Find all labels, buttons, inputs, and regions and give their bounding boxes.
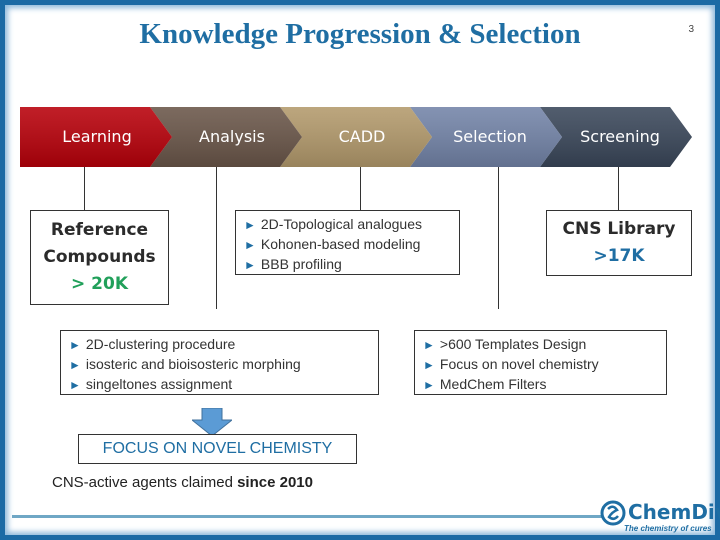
step-analysis-label: Analysis bbox=[199, 127, 265, 146]
page-number: 3 bbox=[688, 24, 694, 35]
bullet-triangle-icon: ► bbox=[423, 338, 435, 352]
connector-cadd bbox=[360, 167, 361, 211]
selection-methods-box: ► >600 Templates Design ► Focus on novel c… bbox=[414, 330, 667, 395]
step-selection-label: Selection bbox=[453, 127, 527, 146]
focus-novel-chemistry-box: FOCUS ON NOVEL CHEMISTY bbox=[78, 434, 357, 464]
step-screening-label: Screening bbox=[580, 127, 660, 146]
cadd-methods-box: ► 2D-Topological analogues ► Kohonen-based… bbox=[235, 210, 460, 275]
down-arrow-icon bbox=[192, 408, 232, 436]
bullet-triangle-icon: ► bbox=[423, 358, 435, 372]
connector-screening bbox=[618, 167, 619, 211]
claim-text: CNS-active agents claimed since 2010 bbox=[52, 474, 313, 491]
bullet-triangle-icon: ► bbox=[244, 238, 256, 252]
claim-date: since 2010 bbox=[237, 474, 313, 491]
chemdiv-logo-icon bbox=[600, 500, 626, 526]
list-item: ► singeltones assignment bbox=[69, 376, 233, 392]
bullet-triangle-icon: ► bbox=[69, 338, 81, 352]
analysis-methods-box: ► 2D-clustering procedure ► isosteric and … bbox=[60, 330, 379, 395]
bullet-triangle-icon: ► bbox=[69, 378, 81, 392]
footer-divider bbox=[12, 515, 602, 518]
bullet-triangle-icon: ► bbox=[244, 218, 256, 232]
list-item: ► >600 Templates Design bbox=[423, 336, 587, 352]
list-item: ► Kohonen-based modeling bbox=[244, 236, 421, 252]
connector-selection bbox=[498, 167, 499, 309]
list-item: ► isosteric and bioisosteric morphing bbox=[69, 356, 301, 372]
list-item: ► MedChem Filters bbox=[423, 376, 547, 392]
step-cadd-label: CADD bbox=[338, 127, 386, 146]
list-item: ► Focus on novel chemistry bbox=[423, 356, 599, 372]
connector-learning bbox=[84, 167, 85, 211]
step-learning-label: Learning bbox=[62, 127, 132, 146]
reference-line1: Reference bbox=[50, 220, 149, 240]
bullet-triangle-icon: ► bbox=[423, 378, 435, 392]
slide-title: Knowledge Progression & Selection bbox=[139, 18, 581, 50]
list-item: ► 2D-Topological analogues bbox=[244, 216, 422, 232]
chemdiv-logo-text: ChemDiv bbox=[628, 500, 720, 524]
reference-line2: Compounds bbox=[43, 247, 156, 267]
cns-library-box: CNS Library >17K bbox=[546, 210, 692, 276]
bullet-triangle-icon: ► bbox=[69, 358, 81, 372]
list-item: ► BBB profiling bbox=[244, 256, 342, 272]
list-item: ► 2D-clustering procedure bbox=[69, 336, 236, 352]
cns-library-count: >17K bbox=[593, 246, 645, 266]
reference-count: > 20K bbox=[71, 274, 128, 294]
bullet-triangle-icon: ► bbox=[244, 258, 256, 272]
chemdiv-tagline: The chemistry of cures bbox=[624, 524, 712, 533]
reference-compounds-box: Reference Compounds > 20K bbox=[30, 210, 169, 305]
cns-library-label: CNS Library bbox=[562, 219, 676, 239]
connector-analysis bbox=[216, 167, 217, 309]
